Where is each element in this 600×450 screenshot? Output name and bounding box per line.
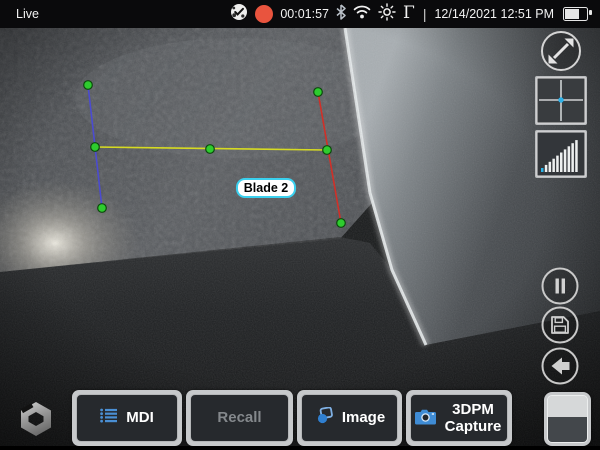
back-button[interactable] bbox=[541, 347, 579, 390]
bottom-bar: MDI Recall Image bbox=[0, 389, 600, 447]
status-bar: Live 00:01:57 bbox=[0, 0, 600, 28]
softkey-row: MDI Recall Image bbox=[72, 390, 512, 446]
gamma-symbol: Γ bbox=[403, 5, 415, 22]
bluetooth-icon bbox=[336, 4, 346, 25]
mdi-list-icon bbox=[100, 408, 118, 427]
image-stack-icon bbox=[314, 407, 334, 428]
save-button[interactable] bbox=[541, 306, 579, 349]
screen-toggle-button[interactable] bbox=[544, 392, 591, 446]
status-bar-right: 00:01:57 bbox=[230, 3, 592, 26]
datetime-label: 12/14/2021 12:51 PM bbox=[434, 7, 554, 21]
record-timer: 00:01:57 bbox=[280, 7, 329, 21]
recall-button[interactable]: Recall bbox=[186, 390, 293, 446]
record-dot-icon bbox=[255, 5, 273, 23]
pause-button[interactable] bbox=[541, 267, 579, 310]
camera-icon bbox=[415, 407, 437, 429]
image-button[interactable]: Image bbox=[297, 390, 402, 446]
screen-toggle-bottom bbox=[548, 417, 587, 442]
turbine-blade-image bbox=[0, 28, 600, 446]
waygate-logo bbox=[16, 400, 56, 443]
live-video-viewport bbox=[0, 28, 600, 446]
white-balance-check-icon bbox=[230, 3, 248, 26]
live-indicator-label: Live bbox=[16, 7, 39, 21]
brightness-icon bbox=[378, 3, 396, 26]
wifi-icon bbox=[353, 5, 371, 24]
crosshair-window-button[interactable] bbox=[535, 76, 587, 130]
gain-histogram-button[interactable] bbox=[535, 130, 587, 183]
mdi-button[interactable]: MDI bbox=[72, 390, 182, 446]
3dpm-capture-button[interactable]: 3DPM Capture bbox=[406, 390, 512, 446]
status-divider: | bbox=[423, 6, 427, 22]
screen-toggle-top bbox=[548, 396, 587, 417]
recall-button-label: Recall bbox=[217, 409, 261, 426]
3dpm-capture-button-label: 3DPM Capture bbox=[443, 401, 503, 436]
battery-icon bbox=[563, 7, 588, 21]
image-button-label: Image bbox=[342, 409, 385, 426]
expand-view-button[interactable] bbox=[540, 30, 582, 77]
measurement-label[interactable]: Blade 2 bbox=[236, 178, 296, 198]
mdi-button-label: MDI bbox=[126, 409, 154, 426]
borescope-screen: Live 00:01:57 bbox=[0, 0, 600, 450]
